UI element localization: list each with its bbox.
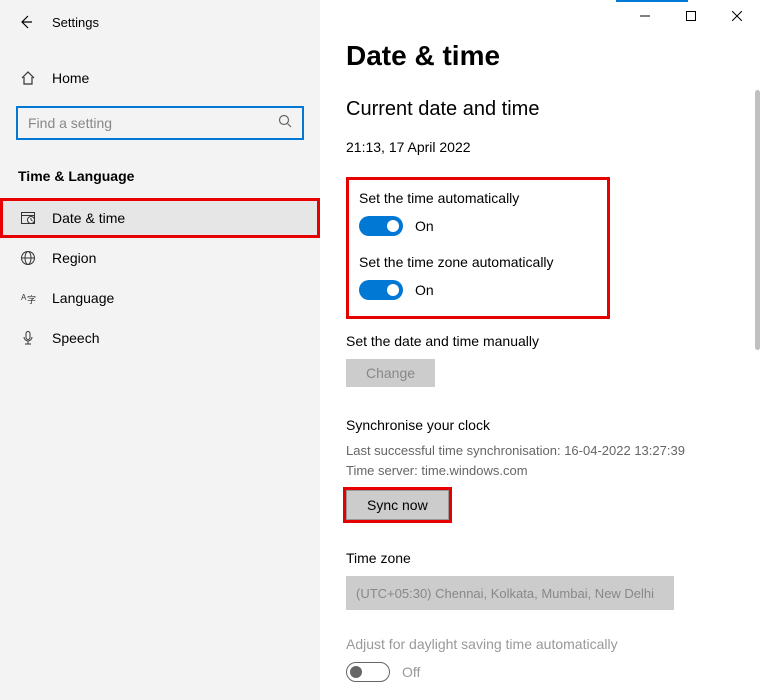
nav-home[interactable]: Home [0, 60, 320, 96]
timezone-heading: Time zone [346, 550, 760, 566]
sidebar-item-label: Speech [52, 330, 99, 346]
timezone-select: (UTC+05:30) Chennai, Kolkata, Mumbai, Ne… [346, 576, 674, 610]
change-button: Change [346, 359, 435, 387]
nav-home-label: Home [52, 70, 89, 86]
sidebar-item-date-time[interactable]: Date & time [0, 198, 320, 238]
sync-server-label: Time server: time.windows.com [346, 461, 760, 481]
auto-time-label: Set the time automatically [359, 190, 593, 206]
sync-last-label: Last successful time synchronisation: 16… [346, 441, 760, 461]
sidebar-item-label: Date & time [52, 210, 125, 226]
timezone-value: (UTC+05:30) Chennai, Kolkata, Mumbai, Ne… [356, 586, 654, 601]
sidebar-item-label: Region [52, 250, 96, 266]
auto-tz-label: Set the time zone automatically [359, 254, 593, 270]
back-button[interactable] [16, 12, 36, 32]
sidebar-item-region[interactable]: Region [0, 238, 320, 278]
microphone-icon [18, 330, 38, 346]
language-icon: A字 [18, 290, 38, 306]
auto-time-toggle[interactable] [359, 216, 403, 236]
dst-state: Off [402, 664, 420, 680]
auto-tz-toggle[interactable] [359, 280, 403, 300]
window-title: Settings [52, 15, 99, 30]
vertical-scrollbar[interactable] [755, 90, 760, 350]
dst-label: Adjust for daylight saving time automati… [346, 636, 760, 652]
sidebar-item-language[interactable]: A字 Language [0, 278, 320, 318]
manual-label: Set the date and time manually [346, 333, 760, 349]
home-icon [18, 70, 38, 86]
current-datetime-value: 21:13, 17 April 2022 [346, 139, 760, 155]
sidebar-category: Time & Language [0, 150, 320, 198]
svg-text:字: 字 [27, 294, 36, 305]
search-input[interactable] [28, 115, 278, 131]
search-icon [278, 114, 292, 133]
sidebar: Settings Home Time & Language Date & tim… [0, 0, 320, 700]
sync-now-button[interactable]: Sync now [346, 490, 449, 520]
dst-toggle [346, 662, 390, 682]
globe-icon [18, 250, 38, 266]
sidebar-item-label: Language [52, 290, 114, 306]
page-title: Date & time [346, 40, 760, 72]
sidebar-item-speech[interactable]: Speech [0, 318, 320, 358]
calendar-clock-icon [18, 210, 38, 226]
search-input-container[interactable] [16, 106, 304, 140]
current-datetime-heading: Current date and time [346, 98, 760, 121]
auto-time-state: On [415, 218, 434, 234]
main-content: Date & time Current date and time 21:13,… [320, 0, 760, 700]
auto-tz-state: On [415, 282, 434, 298]
sync-heading: Synchronise your clock [346, 417, 760, 433]
auto-settings-highlight: Set the time automatically On Set the ti… [346, 177, 610, 319]
